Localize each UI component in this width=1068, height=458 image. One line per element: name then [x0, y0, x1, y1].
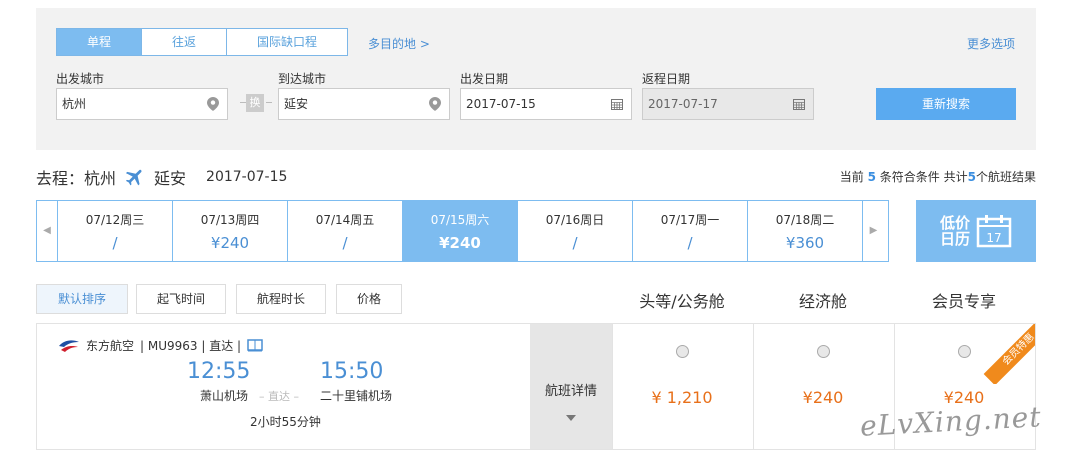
summary-mid: 条符合条件 共计 [875, 170, 968, 184]
arrive-city-value: 延安 [284, 97, 309, 111]
flight-duration: 2小时55分钟 [250, 415, 321, 429]
airline-info: 东方航空 | MU9963 | 直达 | [58, 337, 263, 354]
column-first-business: 头等/公务舱 [639, 292, 725, 311]
column-member: 会员专享 [931, 292, 996, 311]
departure-airport: 萧山机场 [200, 389, 249, 403]
summary-count: 5 [867, 170, 876, 184]
date-label: 07/18周二 [775, 213, 835, 227]
results-summary: 当前 5 条符合条件 共计5个航班结果 [840, 168, 1036, 185]
prev-dates-arrow-icon[interactable]: ◀ [37, 201, 57, 261]
date-price: / [572, 234, 578, 252]
route-destination: 延安 [154, 169, 187, 188]
trip-type-tabs: 单程 往返 国际缺口程 [56, 28, 348, 56]
return-date-label: 返程日期 [642, 72, 691, 86]
airline-name: 东方航空 [86, 339, 135, 353]
return-date-value: 2017-07-17 [648, 97, 718, 111]
member-ribbon-label: 会员特惠 [983, 324, 1035, 384]
date-cell[interactable]: 07/17周一 / [632, 201, 747, 261]
fare-first-business: ¥ 1,210 [612, 324, 752, 449]
search-again-button[interactable]: 重新搜索 [876, 88, 1016, 120]
calendar-day: 17 [986, 231, 1001, 245]
calendar-icon [793, 99, 805, 110]
book-icon[interactable] [247, 339, 263, 352]
departure-time: 12:55 [187, 359, 251, 384]
date-label: 07/17周一 [660, 213, 720, 227]
fare-radio[interactable] [675, 345, 689, 358]
return-date-input[interactable]: 2017-07-17 [642, 88, 814, 120]
route-date: 2017-07-15 [206, 169, 288, 185]
fare-price: ¥240 [802, 388, 844, 407]
date-price: ¥240 [439, 234, 481, 252]
date-label: 07/15周六 [430, 213, 490, 227]
depart-date-label: 出发日期 [460, 72, 509, 86]
china-eastern-logo-icon [59, 339, 79, 352]
chevron-down-icon [566, 415, 576, 421]
depart-date-value: 2017-07-15 [466, 97, 536, 111]
date-cell[interactable]: 07/12周三 / [57, 201, 172, 261]
direct-label: – 直达 – [259, 390, 299, 403]
flight-detail-label: 航班详情 [544, 384, 597, 399]
date-price: / [112, 234, 118, 252]
column-economy: 经济舱 [798, 292, 847, 311]
multi-destination-link[interactable]: 多目的地 > [368, 35, 430, 52]
route-heading: 去程：杭州 延安 2017-07-15 [36, 165, 287, 189]
route-origin: 去程：杭州 [36, 169, 117, 188]
swap-cities-button[interactable]: 换 [246, 94, 264, 112]
arrival-time: 15:50 [320, 359, 384, 384]
airplane-icon [125, 169, 142, 186]
date-price: ¥360 [785, 234, 825, 252]
depart-city-input[interactable]: 杭州 [56, 88, 228, 120]
date-cell[interactable]: 07/16周日 / [517, 201, 632, 261]
lowcal-line1: 低价 [939, 214, 970, 232]
calendar-icon [611, 99, 623, 110]
location-pin-icon [207, 97, 219, 111]
flight-detail-button[interactable]: 航班详情 [530, 324, 612, 449]
date-price-bar: ◀ 07/12周三 / 07/13周四 ¥240 07/14周五 / 07/15周六 ¥… [36, 200, 889, 262]
next-dates-arrow-icon[interactable]: ▶ [862, 201, 884, 261]
date-label: 07/13周四 [200, 213, 260, 227]
arrive-city-label: 到达城市 [278, 72, 327, 86]
arrive-city-input[interactable]: 延安 [278, 88, 450, 120]
date-price: / [687, 234, 693, 252]
date-cell-selected[interactable]: 07/15周六 ¥240 [402, 201, 517, 261]
swap-line-right [266, 102, 272, 103]
depart-date-input[interactable]: 2017-07-15 [460, 88, 632, 120]
lowcal-line2: 日历 [939, 230, 970, 248]
tab-open-jaw[interactable]: 国际缺口程 [227, 29, 347, 55]
sort-duration-button[interactable]: 航程时长 [236, 284, 326, 314]
arrival-airport: 二十里铺机场 [320, 389, 393, 403]
date-label: 07/16周日 [545, 213, 605, 227]
date-cell[interactable]: 07/18周二 ¥360 [747, 201, 862, 261]
fare-radio[interactable] [957, 345, 971, 358]
calendar-icon: 17 [976, 215, 1012, 248]
member-ribbon: 会员特惠 [975, 324, 1035, 384]
date-label: 07/14周五 [315, 213, 375, 227]
tab-one-way[interactable]: 单程 [57, 29, 142, 55]
depart-city-value: 杭州 [62, 97, 87, 111]
date-cell[interactable]: 07/14周五 / [287, 201, 402, 261]
fare-radio[interactable] [816, 345, 830, 358]
summary-post: 个航班结果 [975, 170, 1036, 184]
sort-price-button[interactable]: 价格 [336, 284, 402, 314]
date-price: / [342, 234, 348, 252]
tab-round-trip[interactable]: 往返 [142, 29, 227, 55]
flight-info: | MU9963 | 直达 | [140, 339, 242, 353]
more-options-link[interactable]: 更多选项 [967, 35, 1015, 52]
depart-city-label: 出发城市 [56, 72, 105, 86]
date-label: 07/12周三 [85, 213, 145, 227]
sort-departure-time-button[interactable]: 起飞时间 [136, 284, 226, 314]
summary-pre: 当前 [839, 170, 868, 184]
low-price-calendar-button[interactable]: 低价 日历 17 [916, 200, 1036, 262]
fare-price: ¥ 1,210 [651, 388, 713, 407]
sort-default-button[interactable]: 默认排序 [36, 284, 128, 314]
date-cell[interactable]: 07/13周四 ¥240 [172, 201, 287, 261]
summary-total: 5 [967, 170, 976, 184]
low-price-calendar-label: 低价 日历 [940, 215, 970, 247]
location-pin-icon [429, 97, 441, 111]
date-price: ¥240 [210, 234, 250, 252]
